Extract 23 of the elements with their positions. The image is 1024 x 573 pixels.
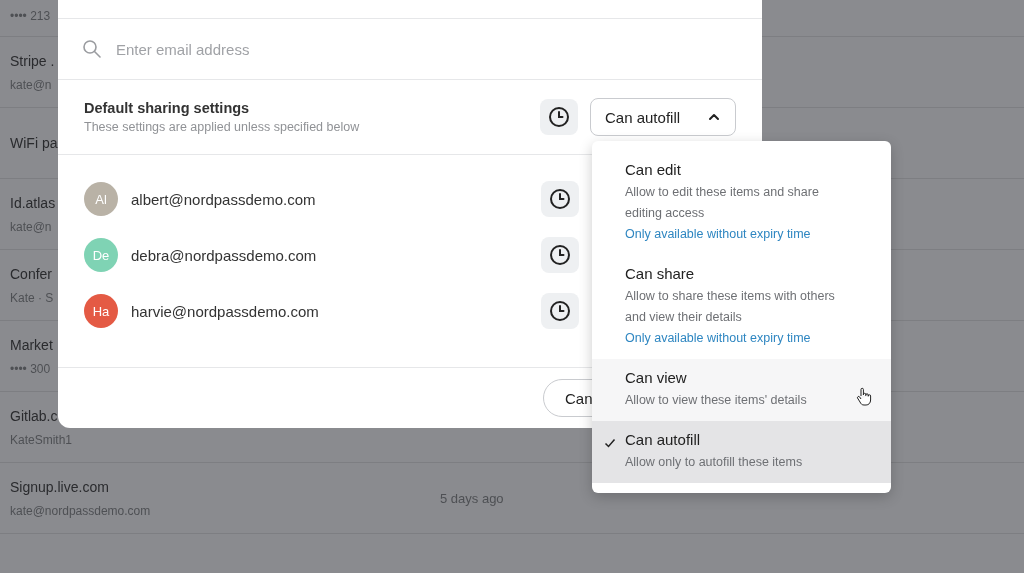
item-subtitle: Kate · S (10, 290, 54, 305)
item-title: Signup.live.com (10, 478, 109, 495)
item-date: 5 days ago (440, 490, 504, 506)
user-email: albert@nordpassdemo.com (131, 190, 317, 208)
user-avatar: De (84, 238, 118, 272)
item-subtitle: kate@n (10, 219, 52, 234)
user-email: debra@nordpassdemo.com (131, 246, 318, 264)
settings-title: Default sharing settings (84, 100, 250, 116)
item-subtitle: •••• 300 (10, 361, 51, 376)
item-subtitle: •••• 213 (10, 9, 51, 23)
user-email: harvie@nordpassdemo.com (131, 302, 320, 320)
settings-description: These settings are applied unless specified below (84, 120, 360, 134)
item-title: Gitlab.c (10, 407, 58, 424)
item-title: Id.atlas (10, 194, 56, 211)
item-title: Market (10, 336, 53, 353)
user-avatar: Al (84, 182, 118, 216)
user-avatar: Ha (84, 294, 118, 328)
item-title: Confer (10, 265, 53, 282)
item-subtitle: kate@nordpassdemo.com (10, 503, 151, 518)
item-subtitle: KateSmith1 (10, 432, 73, 447)
item-subtitle: kate@n (10, 77, 52, 92)
item-title: WiFi pa (10, 135, 58, 151)
item-title: Stripe . (10, 52, 55, 69)
